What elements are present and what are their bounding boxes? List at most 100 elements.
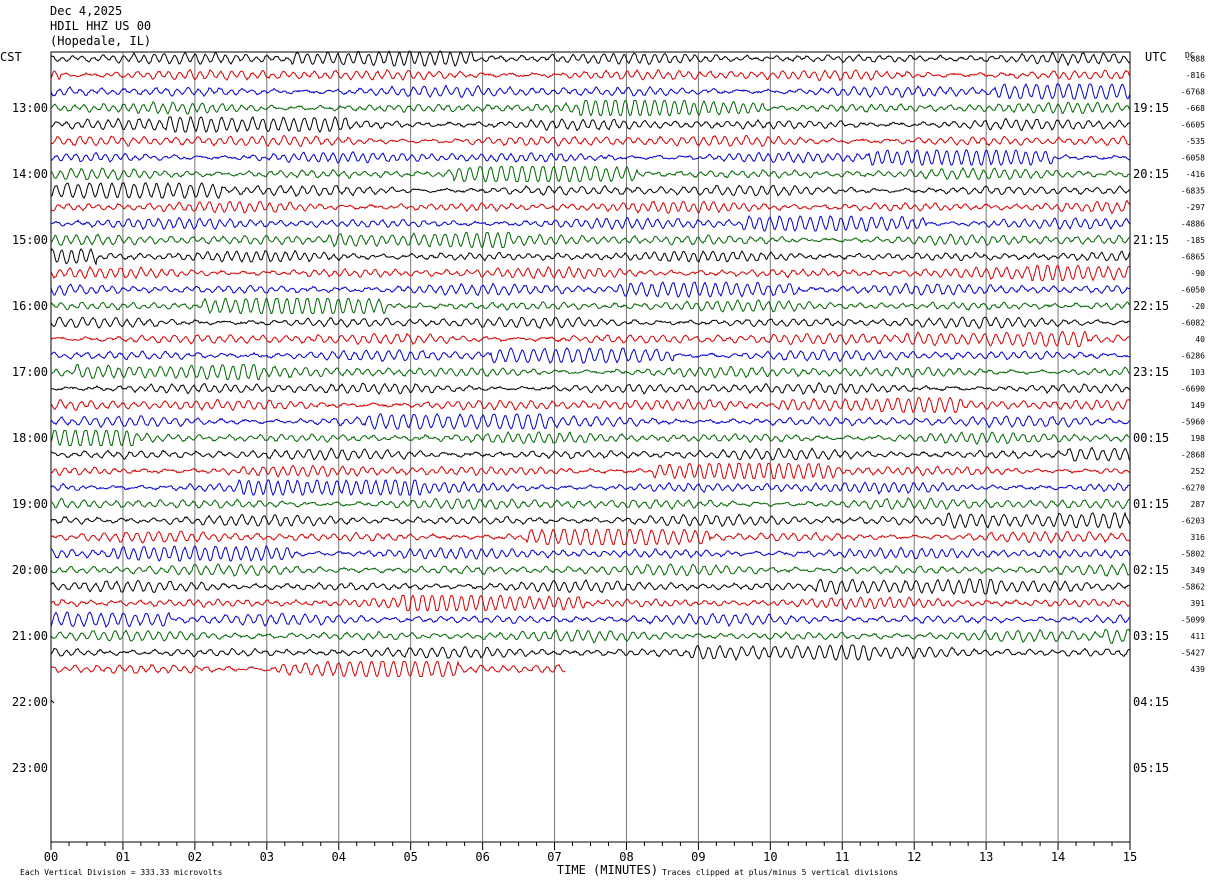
seismic-trace <box>50 363 1131 381</box>
x-tick-label: 13 <box>979 850 993 864</box>
dc-offset-label: 439 <box>1191 665 1206 674</box>
dc-offset-label: -297 <box>1186 203 1205 212</box>
seismic-trace <box>50 330 1131 348</box>
cst-hour-label: 14:00 <box>12 167 48 181</box>
dc-offset-label: -6082 <box>1181 319 1205 328</box>
dc-offset-label: -816 <box>1186 71 1205 80</box>
dc-offset-label: -6050 <box>1181 286 1205 295</box>
cst-hour-label: 16:00 <box>12 299 48 313</box>
dc-offset-label: 349 <box>1191 566 1206 575</box>
cst-hour-label: 23:00 <box>12 761 48 775</box>
dc-offset-label: 287 <box>1191 500 1206 509</box>
seismic-trace <box>50 181 1131 199</box>
seismic-trace <box>50 248 1131 266</box>
x-tick-label: 03 <box>260 850 274 864</box>
seismic-trace <box>50 49 1131 67</box>
utc-hour-label: 23:15 <box>1133 365 1169 379</box>
dc-offset-label: -668 <box>1186 104 1205 113</box>
cst-hour-label: 17:00 <box>12 365 48 379</box>
seismic-trace <box>50 297 1131 315</box>
seismic-trace <box>50 446 1131 462</box>
dc-offset-label: 40 <box>1195 335 1205 344</box>
x-tick-label: 10 <box>763 850 777 864</box>
dc-offset-label: 149 <box>1191 401 1206 410</box>
seismic-trace <box>50 562 1131 577</box>
helicorder-chart: 00 01 02 03 04 05 06 07 08 09 10 11 12 13 14 15 TIME (MI… <box>0 49 1206 877</box>
seismic-trace <box>50 281 1131 298</box>
dc-offset-label: 316 <box>1191 533 1206 542</box>
dc-offset-label: -6605 <box>1181 121 1205 130</box>
seismic-trace <box>50 545 1131 563</box>
utc-hour-label: 21:15 <box>1133 233 1169 247</box>
x-tick-label: 01 <box>116 850 130 864</box>
utc-axis-label: UTC <box>1145 50 1167 64</box>
x-tick-label: 11 <box>835 850 849 864</box>
seismic-trace <box>50 134 1131 148</box>
seismic-trace <box>50 381 1131 395</box>
dc-offset-label: -6768 <box>1181 88 1205 97</box>
seismic-trace <box>50 611 1131 629</box>
cst-hour-label: 18:00 <box>12 431 48 445</box>
footnote-clip: Traces clipped at plus/minus 5 vertical … <box>662 868 898 877</box>
cst-axis-label: CST <box>0 50 22 64</box>
x-tick-label: 08 <box>619 850 633 864</box>
seismic-trace <box>50 68 1131 82</box>
dc-offset-label: 198 <box>1191 434 1206 443</box>
dc-offset-label: -535 <box>1186 137 1205 146</box>
cst-hour-label: 22:00 <box>12 695 48 709</box>
dc-offset-label: 411 <box>1191 632 1206 641</box>
seismic-trace <box>50 116 1131 133</box>
seismic-trace <box>50 82 1131 100</box>
dc-offset-label: -2868 <box>1181 451 1205 460</box>
utc-hour-label: 22:15 <box>1133 299 1169 313</box>
x-tick-label: 07 <box>547 850 561 864</box>
x-tick-label: 00 <box>44 850 58 864</box>
footnote-scale: Each Vertical Division = 333.33 microvol… <box>20 868 222 877</box>
seismic-trace <box>50 316 1131 330</box>
dc-offset-label: -888 <box>1186 55 1205 64</box>
utc-hour-label: 00:15 <box>1133 431 1169 445</box>
dc-offset-label: -6286 <box>1181 352 1205 361</box>
x-tick-label: 04 <box>332 850 346 864</box>
utc-hour-label: 03:15 <box>1133 629 1169 643</box>
dc-offset-label: -6835 <box>1181 187 1205 196</box>
cst-hour-label: 15:00 <box>12 233 48 247</box>
plot-frame <box>50 51 1131 843</box>
dc-offset-label: 391 <box>1191 599 1206 608</box>
utc-hour-label: 02:15 <box>1133 563 1169 577</box>
utc-hour-label: 20:15 <box>1133 167 1169 181</box>
seismic-trace <box>50 497 1131 510</box>
cst-hour-label: 19:00 <box>12 497 48 511</box>
x-tick-label: 06 <box>475 850 489 864</box>
seismic-trace <box>50 99 1131 117</box>
dc-offset-label: -6690 <box>1181 385 1205 394</box>
dc-offset-label: -5099 <box>1181 616 1205 625</box>
x-tick-label: 14 <box>1051 850 1065 864</box>
dc-offset-label: -416 <box>1186 170 1205 179</box>
seismic-trace <box>50 412 1131 430</box>
cst-hour-label: 21:00 <box>12 629 48 643</box>
seismic-trace <box>50 660 566 678</box>
seismic-trace <box>50 199 1131 215</box>
seismic-trace <box>50 149 1131 166</box>
seismic-trace <box>50 479 1131 497</box>
seismic-trace <box>50 511 1131 530</box>
utc-hour-label: 01:15 <box>1133 497 1169 511</box>
seismic-trace <box>50 578 1131 596</box>
dc-offset-label: -5802 <box>1181 550 1205 559</box>
seismic-trace <box>50 430 1131 447</box>
seismic-trace <box>50 264 1131 282</box>
seismic-trace <box>51 462 1131 480</box>
x-axis-label: TIME (MINUTES) <box>557 863 658 877</box>
x-tick-label: 09 <box>691 850 705 864</box>
utc-hour-label: 05:15 <box>1133 761 1169 775</box>
x-tick-label: 12 <box>907 850 921 864</box>
dc-offset-label: -6270 <box>1181 484 1205 493</box>
x-tick-label: 02 <box>188 850 202 864</box>
dc-offset-label: -20 <box>1191 302 1206 311</box>
utc-hour-label: 19:15 <box>1133 101 1169 115</box>
dc-offset-label: -6058 <box>1181 154 1205 163</box>
seismic-trace <box>50 165 1131 183</box>
dc-offset-label: -5862 <box>1181 583 1205 592</box>
cst-hour-label: 20:00 <box>12 563 48 577</box>
